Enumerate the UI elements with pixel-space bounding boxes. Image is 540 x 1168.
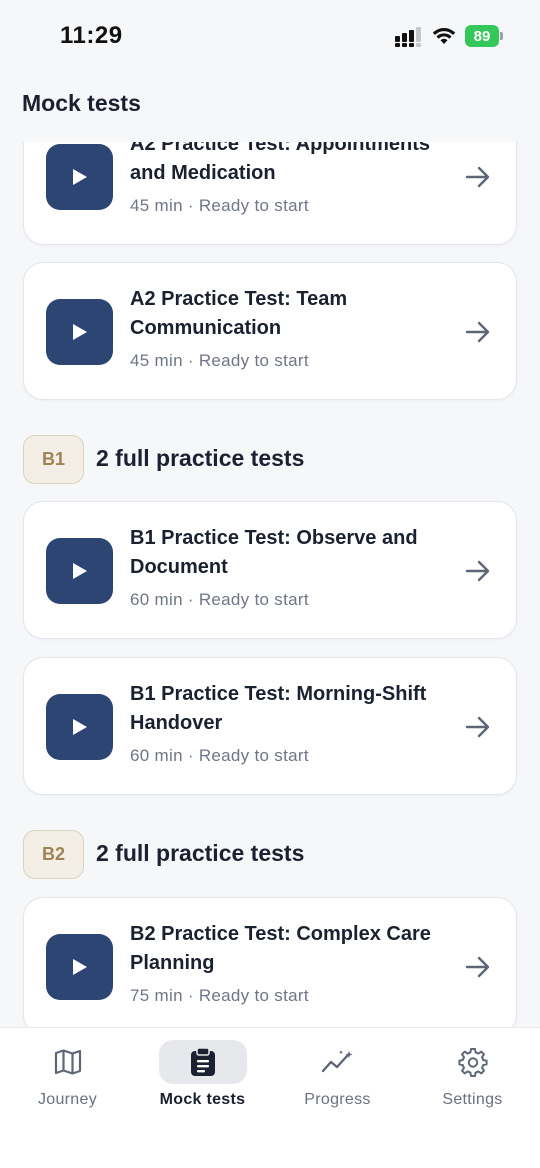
battery-tip bbox=[500, 32, 503, 40]
tab-label: Mock tests bbox=[159, 1091, 246, 1108]
play-icon bbox=[72, 169, 87, 185]
test-card-meta: 45 min · Ready to start bbox=[130, 196, 309, 215]
test-card-meta: 75 min · Ready to start bbox=[130, 986, 309, 1005]
test-card-title: A2 Practice Test: Team Communication bbox=[130, 288, 348, 339]
tab-icon-container bbox=[24, 1040, 112, 1084]
clipboard-icon bbox=[190, 1047, 215, 1076]
tab-icon-container bbox=[294, 1040, 382, 1084]
test-card-b1-observe-document[interactable]: B1 Practice Test: Observe and Document 6… bbox=[23, 501, 517, 639]
wifi-icon bbox=[432, 28, 456, 44]
test-card-meta: 45 min · Ready to start bbox=[130, 351, 309, 370]
play-icon bbox=[72, 563, 87, 579]
play-icon bbox=[72, 324, 87, 340]
map-icon bbox=[54, 1049, 81, 1075]
arrow-right-icon[interactable] bbox=[464, 164, 492, 190]
test-card-b2-complex-care[interactable]: B2 Practice Test: Complex Care Planning … bbox=[23, 897, 517, 1028]
cellular-signal-icon bbox=[395, 27, 421, 47]
play-button[interactable] bbox=[46, 144, 113, 210]
level-section-b1: B1 2 full practice tests bbox=[23, 435, 517, 485]
level-badge: B1 bbox=[23, 435, 84, 484]
play-icon bbox=[72, 959, 87, 975]
play-button[interactable] bbox=[46, 299, 113, 365]
test-card-title: B1 Practice Test: Observe and Document bbox=[130, 527, 418, 578]
test-card-title: B1 Practice Test: Morning-Shift Handover bbox=[130, 683, 427, 734]
test-card-a2-team-communication[interactable]: A2 Practice Test: Team Communication 45 … bbox=[23, 262, 517, 400]
tab-journey[interactable]: Journey bbox=[0, 1028, 135, 1128]
tab-label: Journey bbox=[37, 1091, 98, 1108]
battery-level: 89 bbox=[465, 25, 499, 47]
level-section-b2: B2 2 full practice tests bbox=[23, 830, 517, 880]
tab-settings[interactable]: Settings bbox=[405, 1028, 540, 1128]
test-card-meta: 60 min · Ready to start bbox=[130, 590, 309, 609]
play-button[interactable] bbox=[46, 934, 113, 1000]
arrow-right-icon[interactable] bbox=[464, 954, 492, 980]
tab-icon-container bbox=[429, 1040, 517, 1084]
arrow-right-icon[interactable] bbox=[464, 714, 492, 740]
level-badge: B2 bbox=[23, 830, 84, 879]
page-title: Mock tests bbox=[22, 90, 141, 116]
mock-tests-list[interactable]: A2 Practice Test: Appointments and Medic… bbox=[0, 142, 540, 1028]
test-card-b1-morning-shift[interactable]: B1 Practice Test: Morning-Shift Handover… bbox=[23, 657, 517, 795]
play-icon bbox=[72, 719, 87, 735]
battery-indicator: 89 bbox=[465, 25, 503, 47]
tab-mock-tests[interactable]: Mock tests bbox=[135, 1028, 270, 1128]
level-summary: 2 full practice tests bbox=[96, 445, 305, 471]
status-time: 11:29 bbox=[60, 22, 123, 49]
gear-icon bbox=[457, 1048, 488, 1077]
test-card-a2-appointments[interactable]: A2 Practice Test: Appointments and Medic… bbox=[23, 142, 517, 245]
status-bar: 11:29 89 bbox=[0, 0, 540, 72]
arrow-right-icon[interactable] bbox=[464, 319, 492, 345]
progress-chart-icon bbox=[321, 1050, 352, 1073]
test-card-meta: 60 min · Ready to start bbox=[130, 746, 309, 765]
level-summary: 2 full practice tests bbox=[96, 840, 305, 866]
arrow-right-icon[interactable] bbox=[464, 558, 492, 584]
bottom-tab-bar: Journey Mock tests Progress Settings bbox=[0, 1027, 540, 1168]
play-button[interactable] bbox=[46, 538, 113, 604]
play-button[interactable] bbox=[46, 694, 113, 760]
tab-label: Settings bbox=[442, 1091, 503, 1108]
tab-icon-container bbox=[158, 1040, 247, 1084]
test-card-title: B2 Practice Test: Complex Care Planning bbox=[130, 923, 431, 974]
test-card-title: A2 Practice Test: Appointments and Medic… bbox=[130, 142, 431, 184]
tab-label: Progress bbox=[304, 1091, 371, 1108]
tab-progress[interactable]: Progress bbox=[270, 1028, 405, 1128]
